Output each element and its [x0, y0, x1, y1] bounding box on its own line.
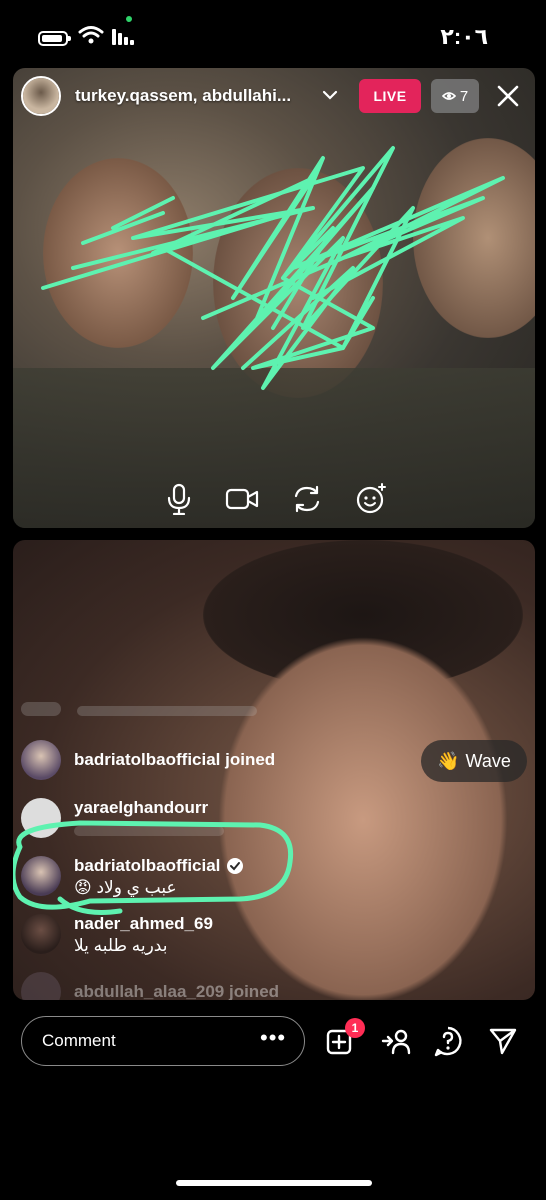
live-video-host: turkey.qassem, abdullahi... LIVE 7 — [13, 68, 535, 528]
send-icon — [489, 1028, 517, 1055]
wifi-icon — [78, 26, 104, 44]
wave-icon: 👋 — [437, 750, 460, 771]
notification-badge: 1 — [345, 1018, 365, 1038]
effects-button[interactable] — [354, 482, 388, 516]
battery-icon — [38, 31, 71, 46]
video-camera-icon — [225, 488, 259, 510]
scribble-annotation — [41, 146, 505, 390]
flip-camera-button[interactable] — [290, 482, 324, 516]
live-video-guest: badriatolbaofficial joined 👋 Wave yarael… — [13, 540, 535, 1000]
live-badge: LIVE — [359, 79, 421, 113]
questions-button[interactable] — [431, 1024, 465, 1058]
more-options-icon[interactable]: ••• — [260, 1025, 286, 1051]
question-icon — [434, 1026, 462, 1057]
wave-button[interactable]: 👋 Wave — [421, 740, 527, 782]
camera-indicator — [126, 16, 132, 22]
avatar[interactable] — [21, 740, 61, 780]
status-bar: ٢:٠٦ — [0, 0, 546, 70]
flip-camera-icon — [294, 485, 320, 513]
highlight-annotation — [13, 820, 294, 915]
status-time: ٢:٠٦ — [440, 24, 488, 49]
comment-item[interactable]: abdullah_alaa_209 joined — [21, 972, 279, 1000]
eye-icon — [441, 92, 456, 100]
comment-username: abdullah_alaa_209 joined — [74, 982, 280, 1000]
comment-username: badriatolbaofficial joined — [74, 750, 276, 769]
comment-username: yaraelghandourr — [74, 798, 209, 817]
avatar[interactable] — [21, 972, 61, 1000]
faded-comment — [21, 702, 281, 720]
host-names[interactable]: turkey.qassem, abdullahi... — [75, 86, 291, 106]
microphone-button[interactable] — [162, 482, 196, 516]
close-icon[interactable] — [496, 84, 520, 108]
signal-icon — [112, 29, 134, 45]
viewer-count[interactable]: 7 — [431, 79, 479, 113]
comment-placeholder: Comment — [42, 1031, 116, 1050]
video-person — [213, 630, 513, 1000]
home-indicator[interactable] — [176, 1180, 372, 1186]
comment-message: بدريه طلبه يلا — [74, 936, 168, 955]
comment-item[interactable]: badriatolbaofficial joined — [21, 740, 275, 780]
microphone-icon — [167, 483, 191, 515]
invite-button[interactable] — [380, 1024, 414, 1058]
share-button[interactable] — [486, 1024, 520, 1058]
add-guest-icon — [381, 1029, 411, 1055]
face-effects-icon — [356, 483, 386, 514]
host-avatar[interactable] — [21, 76, 61, 116]
viewer-count-value: 7 — [459, 87, 469, 105]
camera-button[interactable] — [225, 482, 259, 516]
comment-input[interactable]: Comment ••• — [21, 1016, 305, 1066]
chevron-down-icon[interactable] — [321, 86, 339, 104]
wave-label: Wave — [465, 750, 511, 771]
